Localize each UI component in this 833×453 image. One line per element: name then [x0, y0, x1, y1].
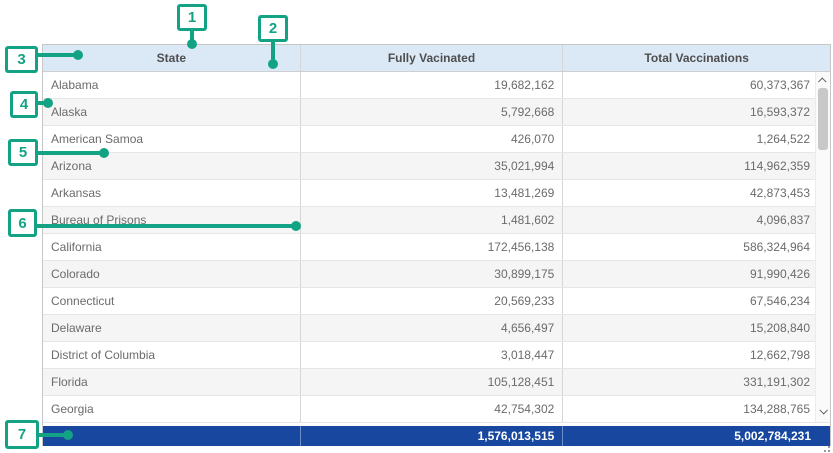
cell-fully-vaccinated[interactable]: 35,021,994	[301, 153, 564, 179]
table-row[interactable]: Arkansas13,481,26942,873,453	[43, 180, 830, 207]
cell-total-vaccinations[interactable]: 91,990,426	[563, 261, 830, 287]
cell-state[interactable]: Colorado	[43, 261, 301, 287]
table-row[interactable]: Delaware4,656,49715,208,840	[43, 315, 830, 342]
table-row[interactable]: Connecticut20,569,23367,546,234	[43, 288, 830, 315]
cell-fully-vaccinated[interactable]: 19,682,162	[301, 72, 564, 98]
table-body: Alabama19,682,16260,373,367Alaska5,792,6…	[43, 72, 830, 423]
table-row[interactable]: Florida105,128,451331,191,302	[43, 369, 830, 396]
callout-dot-6	[291, 221, 301, 231]
table-header-row: State Fully Vacinated Total Vaccinations	[43, 45, 830, 72]
table-row[interactable]: Arizona35,021,994114,962,359	[43, 153, 830, 180]
cell-total-vaccinations[interactable]: 1,264,522	[563, 126, 830, 152]
cell-state[interactable]: Arizona	[43, 153, 301, 179]
table-row[interactable]: Georgia42,754,302134,288,765	[43, 396, 830, 423]
chevron-down-icon	[819, 406, 827, 414]
table-row[interactable]: American Samoa426,0701,264,522	[43, 126, 830, 153]
table-row[interactable]: Bureau of Prisons1,481,6024,096,837	[43, 207, 830, 234]
cell-total-vaccinations[interactable]: 134,288,765	[563, 396, 830, 422]
cell-fully-vaccinated[interactable]: 5,792,668	[301, 99, 564, 125]
scroll-down-button[interactable]	[816, 404, 830, 418]
table-row[interactable]: District of Columbia3,018,44712,662,798	[43, 342, 830, 369]
table-row[interactable]: Alaska5,792,66816,593,372	[43, 99, 830, 126]
cell-total-vaccinations[interactable]: 67,546,234	[563, 288, 830, 314]
cell-total-vaccinations[interactable]: 12,662,798	[563, 342, 830, 368]
callout-stem-2	[271, 42, 275, 60]
callout-dot-5	[99, 148, 109, 158]
cell-total-vaccinations[interactable]: 42,873,453	[563, 180, 830, 206]
cell-total-vaccinations[interactable]: 586,324,964	[563, 234, 830, 260]
cell-state[interactable]: District of Columbia	[43, 342, 301, 368]
cell-total-vaccinations[interactable]: 60,373,367	[563, 72, 830, 98]
resize-grip-icon[interactable]	[820, 444, 830, 452]
callout-marker-2: 2	[258, 15, 288, 42]
cell-total-vaccinations[interactable]: 331,191,302	[563, 369, 830, 395]
cell-total-vaccinations[interactable]: 15,208,840	[563, 315, 830, 341]
callout-dot-4	[43, 98, 53, 108]
cell-state[interactable]: California	[43, 234, 301, 260]
cell-state[interactable]: Georgia	[43, 396, 301, 422]
callout-dot-1	[187, 39, 197, 49]
cell-state[interactable]: Alaska	[43, 99, 301, 125]
total-cell-total-vaccinations: 5,002,784,231	[563, 426, 830, 446]
vertical-scrollbar[interactable]	[815, 72, 830, 422]
cell-state[interactable]: Connecticut	[43, 288, 301, 314]
cell-fully-vaccinated[interactable]: 42,754,302	[301, 396, 564, 422]
total-cell-state	[43, 426, 301, 446]
callout-marker-5: 5	[8, 139, 38, 166]
scrollbar-thumb[interactable]	[818, 88, 828, 150]
cell-fully-vaccinated[interactable]: 1,481,602	[301, 207, 564, 233]
callout-dot-7	[63, 430, 73, 440]
callout-marker-6: 6	[8, 209, 37, 237]
total-cell-fully-vaccinated: 1,576,013,515	[301, 426, 564, 446]
cell-fully-vaccinated[interactable]: 426,070	[301, 126, 564, 152]
chevron-up-icon	[818, 77, 826, 85]
cell-state[interactable]: Florida	[43, 369, 301, 395]
callout-stem-5	[38, 151, 100, 155]
callout-marker-4: 4	[10, 91, 38, 118]
cell-fully-vaccinated[interactable]: 172,456,138	[301, 234, 564, 260]
table-total-row: 1,576,013,515 5,002,784,231	[43, 426, 830, 446]
cell-state[interactable]: American Samoa	[43, 126, 301, 152]
cell-state[interactable]: Arkansas	[43, 180, 301, 206]
callout-stem-3	[38, 53, 74, 57]
cell-total-vaccinations[interactable]: 114,962,359	[563, 153, 830, 179]
callout-dot-3	[73, 50, 83, 60]
table-row[interactable]: California172,456,138586,324,964	[43, 234, 830, 261]
cell-state[interactable]: Bureau of Prisons	[43, 207, 301, 233]
callout-dot-2	[268, 59, 278, 69]
cell-fully-vaccinated[interactable]: 20,569,233	[301, 288, 564, 314]
cell-fully-vaccinated[interactable]: 3,018,447	[301, 342, 564, 368]
cell-state[interactable]: Delaware	[43, 315, 301, 341]
page: { "table": { "columns": [ {"label": "Sta…	[0, 0, 833, 453]
cell-total-vaccinations[interactable]: 16,593,372	[563, 99, 830, 125]
cell-fully-vaccinated[interactable]: 4,656,497	[301, 315, 564, 341]
scroll-up-button[interactable]	[816, 74, 830, 88]
cell-fully-vaccinated[interactable]: 105,128,451	[301, 369, 564, 395]
cell-fully-vaccinated[interactable]: 13,481,269	[301, 180, 564, 206]
cell-total-vaccinations[interactable]: 4,096,837	[563, 207, 830, 233]
cell-state[interactable]: Alabama	[43, 72, 301, 98]
callout-marker-7: 7	[5, 420, 39, 449]
callout-marker-3: 3	[5, 46, 38, 73]
callout-stem-7	[39, 433, 64, 437]
callout-stem-6	[37, 224, 292, 228]
callout-marker-1: 1	[177, 4, 207, 31]
table-row[interactable]: Alabama19,682,16260,373,367	[43, 72, 830, 99]
table-row[interactable]: Colorado30,899,17591,990,426	[43, 261, 830, 288]
list-table: State Fully Vacinated Total Vaccinations…	[42, 44, 831, 446]
column-header-total-vaccinations[interactable]: Total Vaccinations	[563, 45, 830, 71]
cell-fully-vaccinated[interactable]: 30,899,175	[301, 261, 564, 287]
column-header-fully-vaccinated[interactable]: Fully Vacinated	[301, 45, 564, 71]
